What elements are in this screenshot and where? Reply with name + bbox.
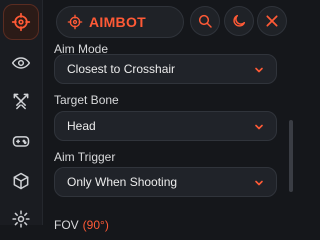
scrollbar[interactable] [289, 44, 293, 225]
crossed-swords-icon [13, 93, 29, 110]
close-icon [266, 15, 278, 27]
chevron-down-icon [255, 67, 263, 73]
aim-mode-select[interactable]: Closest to Crosshair [54, 54, 277, 84]
theme-toggle-button[interactable] [224, 6, 254, 36]
crosshair-icon [11, 12, 31, 32]
gear-icon [12, 210, 30, 228]
target-bone-select[interactable]: Head [54, 111, 277, 141]
section-header: AIMBOT [56, 6, 184, 38]
fov-label-text: FOV [54, 218, 79, 232]
aim-trigger-value: Only When Shooting [67, 175, 178, 189]
aim-trigger-select[interactable]: Only When Shooting [54, 167, 277, 197]
scrollbar-thumb[interactable] [289, 120, 293, 192]
gamepad-icon [12, 136, 30, 147]
search-button[interactable] [190, 6, 220, 36]
aim-mode-value: Closest to Crosshair [67, 62, 176, 76]
fov-value: (90°) [82, 218, 109, 232]
moon-icon [233, 14, 246, 27]
sidebar-item-visuals[interactable] [4, 46, 38, 80]
sidebar-item-weapons[interactable] [4, 84, 38, 118]
fov-label: FOV (90°) [54, 218, 109, 232]
eye-icon [11, 57, 31, 69]
target-bone-value: Head [67, 119, 96, 133]
sidebar-item-aimbot[interactable] [3, 4, 39, 40]
target-bone-label: Target Bone [54, 93, 119, 107]
sidebar-item-misc[interactable] [4, 164, 38, 198]
sidebar-item-controls[interactable] [4, 124, 38, 158]
close-button[interactable] [257, 6, 287, 36]
sidebar [0, 0, 43, 228]
sidebar-item-settings[interactable] [4, 202, 38, 236]
search-icon [198, 14, 212, 28]
aim-trigger-label: Aim Trigger [54, 150, 116, 164]
chevron-down-icon [255, 124, 263, 130]
crosshair-icon [67, 14, 83, 30]
chevron-down-icon [255, 180, 263, 186]
package-icon [13, 172, 29, 190]
page-title: AIMBOT [89, 14, 147, 30]
